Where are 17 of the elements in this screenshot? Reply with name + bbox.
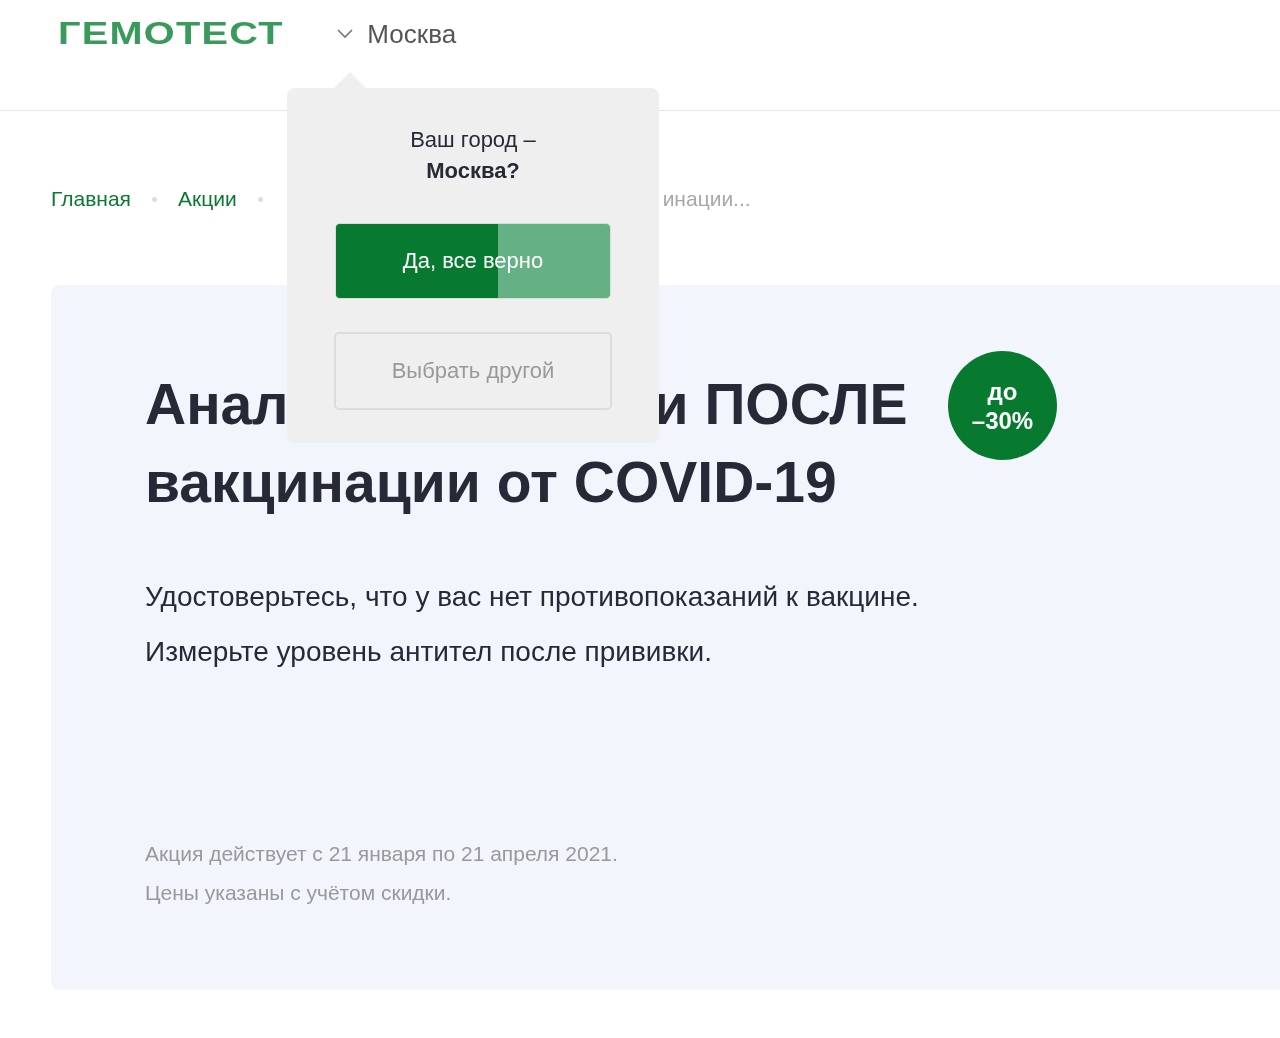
city-selector[interactable]: Москва bbox=[337, 16, 457, 52]
chevron-down-icon bbox=[337, 29, 354, 39]
breadcrumb-current: инации... bbox=[662, 187, 751, 211]
promo-note: Акция действует с 21 января по 21 апреля 2021. bbox=[145, 841, 619, 867]
promo-title: вакцинации от COVID-19 bbox=[145, 449, 837, 516]
promo-title: Анал bbox=[145, 371, 289, 438]
promo-description: Удостоверьтесь, что у вас нет противопоказаний к вакцине. bbox=[145, 580, 920, 614]
popup-question: Ваш город – bbox=[410, 126, 536, 154]
popup-city: Москва? bbox=[426, 157, 520, 185]
breadcrumb-link[interactable]: Главная bbox=[51, 187, 131, 211]
breadcrumb-link[interactable]: Акции bbox=[177, 187, 237, 211]
logo[interactable]: ГЕМОТЕСТ bbox=[58, 16, 284, 52]
discount-badge: до –30% bbox=[948, 351, 1057, 460]
promo-description: Измерьте уровень антител после прививки. bbox=[145, 635, 714, 669]
promo-note: Цены указаны с учётом скидки. bbox=[145, 880, 453, 906]
separator-dot bbox=[257, 196, 263, 202]
separator-dot bbox=[151, 196, 157, 202]
